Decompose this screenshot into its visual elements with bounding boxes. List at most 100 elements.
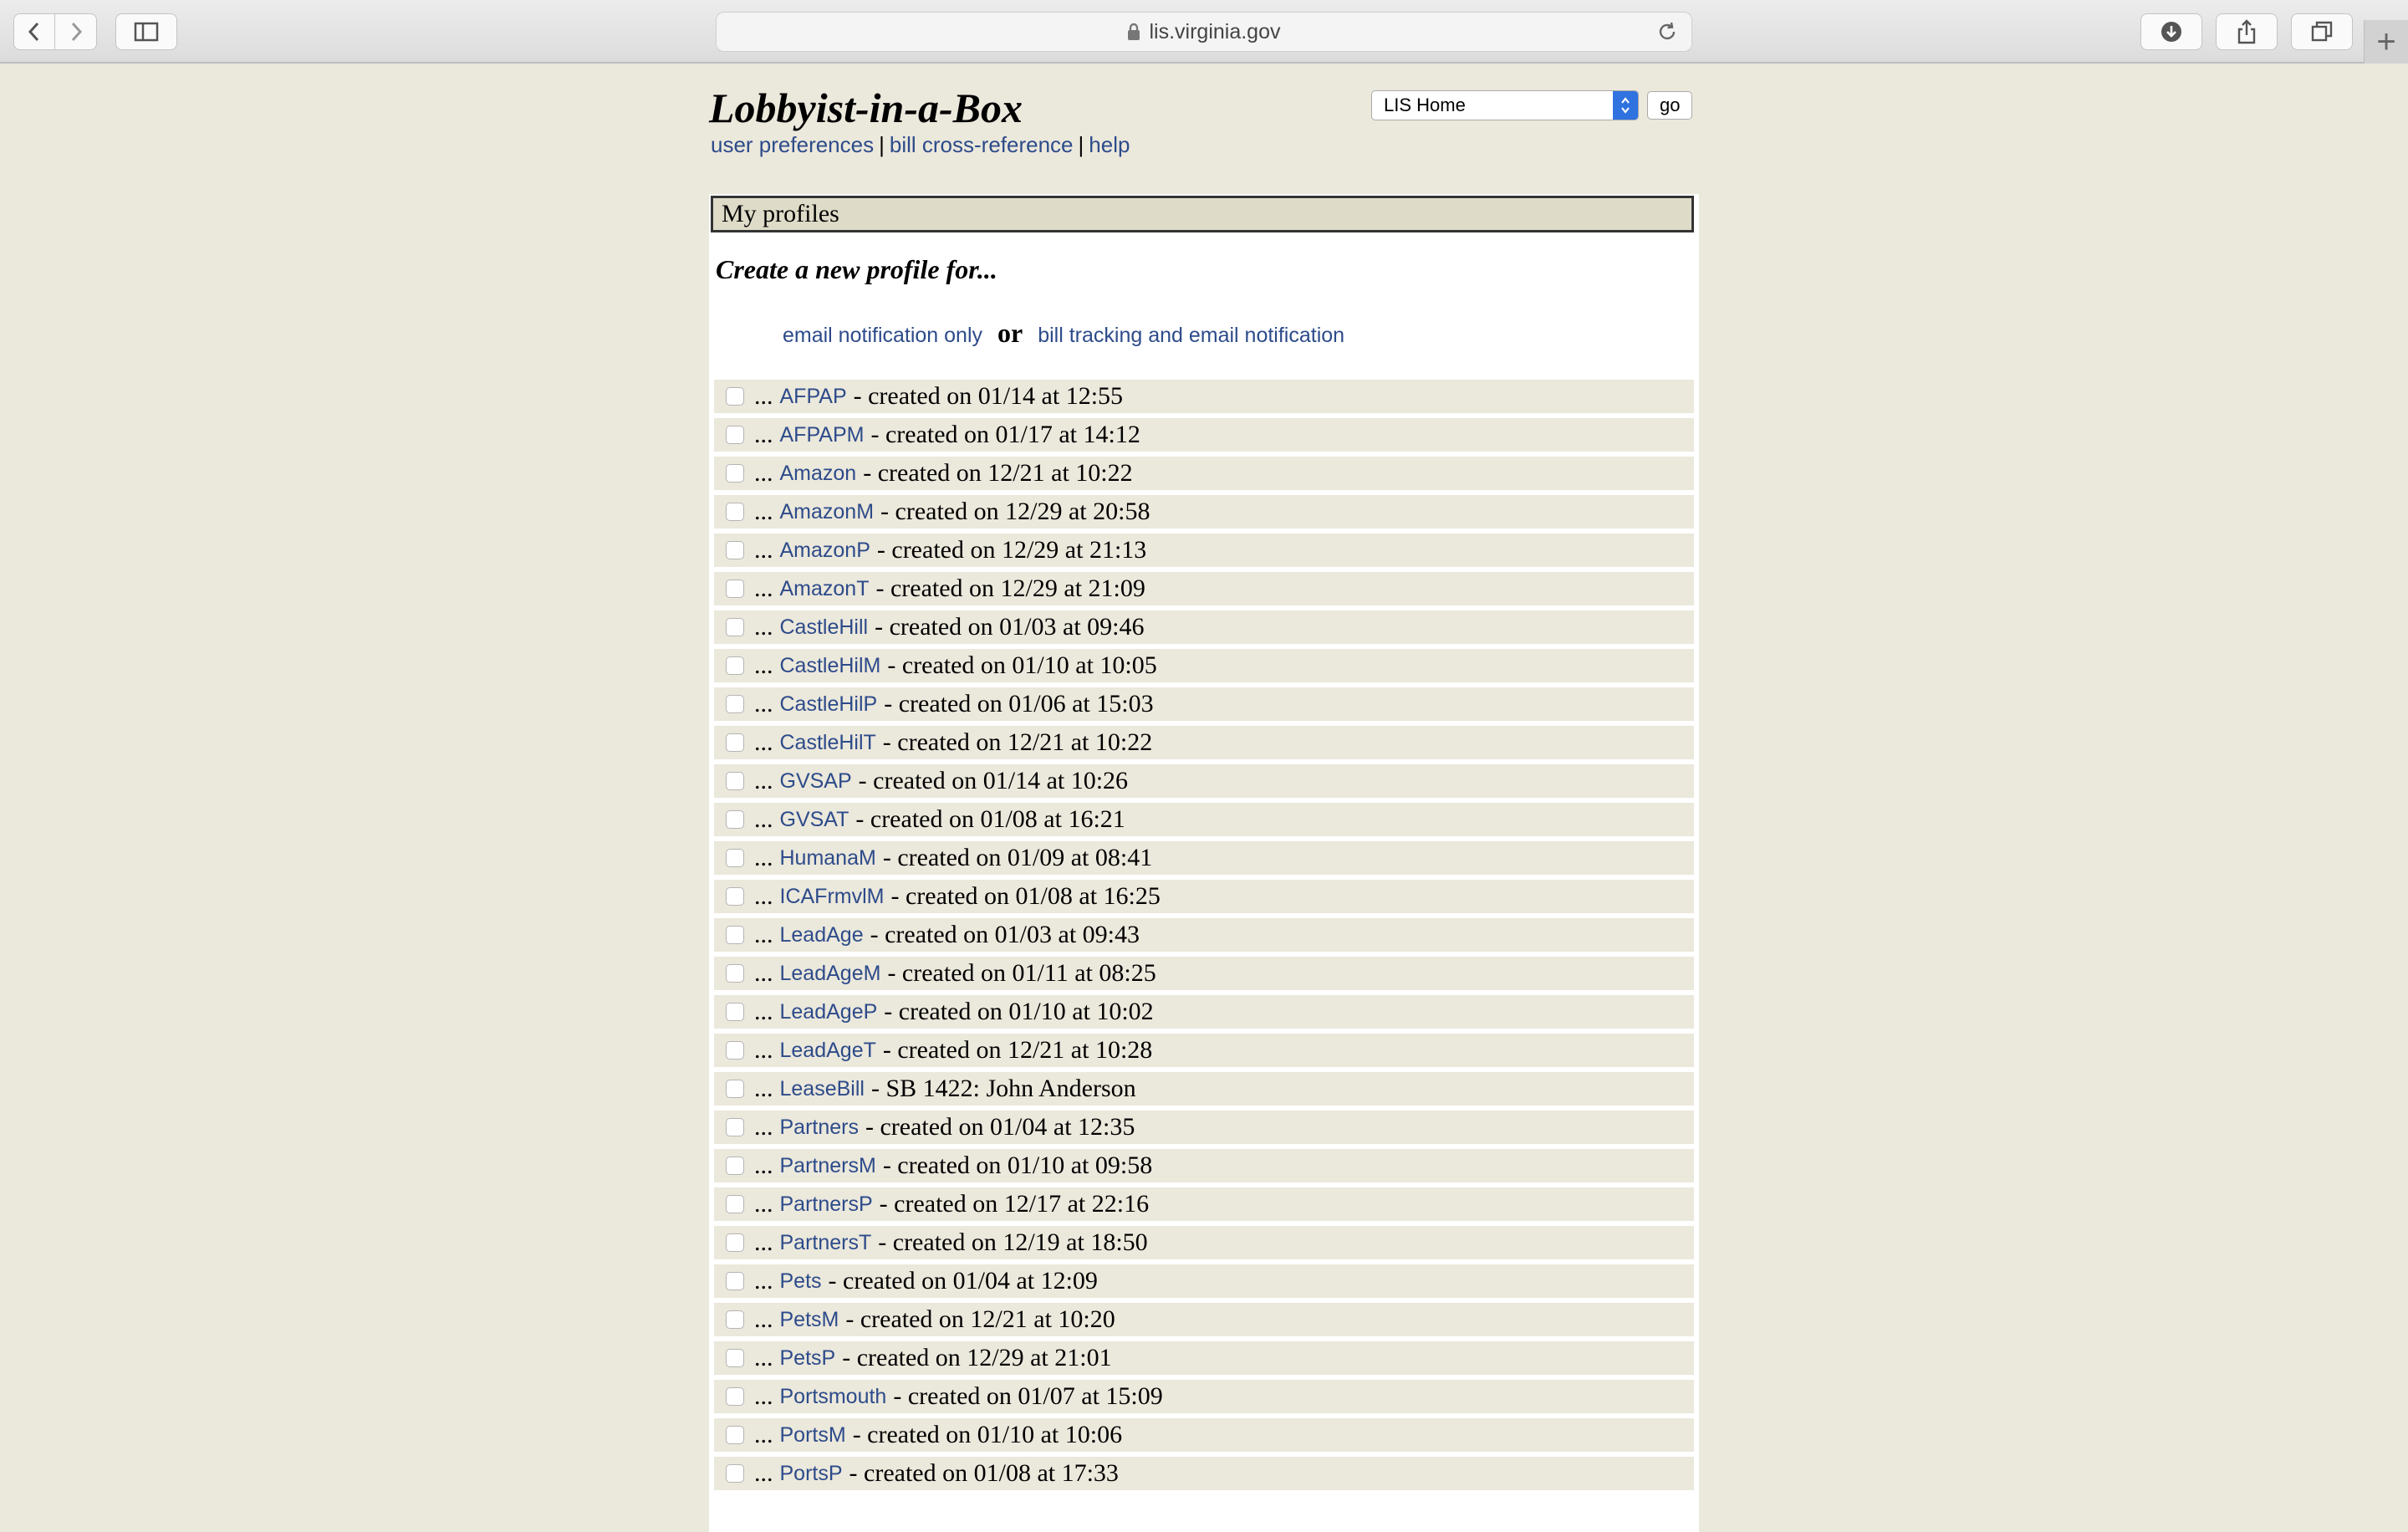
profile-row: ... PortsM - created on 01/10 at 10:06 [714,1418,1694,1452]
main-content: My profiles Create a new profile for... … [709,194,1699,1532]
row-prefix: ... [754,382,773,410]
profile-link[interactable]: PartnersM [780,1154,876,1178]
profile-link[interactable]: LeadAge [780,923,864,947]
profile-checkbox[interactable] [726,1080,744,1098]
profile-checkbox[interactable] [726,887,744,906]
profile-checkbox[interactable] [726,1310,744,1329]
profile-link[interactable]: LeaseBill [780,1077,865,1101]
profile-checkbox[interactable] [726,618,744,636]
profile-checkbox[interactable] [726,733,744,752]
help-link[interactable]: help [1089,132,1130,157]
back-button[interactable] [13,13,55,50]
profile-checkbox[interactable] [726,1387,744,1406]
profile-link[interactable]: Pets [780,1269,822,1294]
bill-cross-reference-link[interactable]: bill cross-reference [890,132,1074,157]
profile-checkbox[interactable] [726,426,744,444]
profile-link[interactable]: CastleHilP [780,692,878,717]
profile-link[interactable]: CastleHilM [780,654,881,678]
profile-checkbox[interactable] [726,964,744,983]
profile-link[interactable]: AmazonP [780,539,870,563]
profile-link[interactable]: PortsM [780,1423,846,1448]
profile-link[interactable]: GVSAT [780,808,849,832]
profile-checkbox[interactable] [726,1003,744,1021]
link-separator: | [879,132,885,157]
bill-tracking-email-link[interactable]: bill tracking and email notification [1038,324,1344,347]
address-bar[interactable]: lis.virginia.gov [716,12,1692,52]
profile-link[interactable]: PetsM [780,1308,839,1332]
go-button[interactable]: go [1647,91,1693,120]
profile-link[interactable]: Amazon [780,462,857,486]
profile-checkbox[interactable] [726,541,744,559]
profile-link[interactable]: CastleHilT [780,731,876,755]
profile-link[interactable]: PartnersT [780,1231,872,1255]
profile-checkbox[interactable] [726,1041,744,1060]
profile-link[interactable]: LeadAgeM [780,962,881,986]
email-notification-only-link[interactable]: email notification only [783,324,982,347]
profile-checkbox[interactable] [726,926,744,944]
profile-link[interactable]: GVSAP [780,769,852,794]
profile-row: ... AFPAPM - created on 01/17 at 14:12 [714,418,1694,452]
new-tab-button[interactable]: + [2364,20,2408,64]
profile-link[interactable]: PartnersP [780,1192,873,1217]
profile-description: - created on 01/08 at 16:21 [855,805,1125,833]
profile-checkbox[interactable] [726,1233,744,1252]
tabs-overview-button[interactable] [2291,13,2353,50]
profile-description: - created on 12/21 at 10:22 [882,728,1153,756]
profile-link[interactable]: PortsP [780,1462,843,1486]
row-prefix: ... [754,651,773,679]
profile-checkbox[interactable] [726,1157,744,1175]
profile-checkbox[interactable] [726,1426,744,1444]
profile-link[interactable]: CastleHill [780,615,869,640]
profile-link[interactable]: LeadAgeT [780,1039,876,1063]
sidebar-icon [134,22,159,42]
profile-checkbox[interactable] [726,464,744,483]
profile-link[interactable]: AFPAPM [780,423,865,447]
profile-link[interactable]: Portsmouth [780,1385,887,1409]
profile-row: ... LeadAgeM - created on 01/11 at 08:25 [714,957,1694,990]
row-prefix: ... [754,998,773,1025]
profile-description: - created on 01/10 at 09:58 [882,1152,1153,1179]
profile-checkbox[interactable] [726,503,744,521]
downloads-button[interactable] [2140,13,2202,50]
profile-checkbox[interactable] [726,1349,744,1367]
row-prefix: ... [754,1228,773,1256]
profile-link[interactable]: LeadAgeP [780,1000,878,1024]
profile-link[interactable]: AmazonM [780,500,875,524]
profile-link[interactable]: Partners [780,1116,859,1140]
profile-link[interactable]: AmazonT [780,577,870,601]
sidebar-button[interactable] [115,13,177,50]
profile-row: ... CastleHilT - created on 12/21 at 10:22 [714,726,1694,759]
row-prefix: ... [754,459,773,487]
row-prefix: ... [754,1344,773,1371]
profile-row: ... GVSAP - created on 01/14 at 10:26 [714,764,1694,798]
profile-checkbox[interactable] [726,1272,744,1290]
link-separator: | [1078,132,1084,157]
reload-icon[interactable] [1656,21,1678,43]
profile-checkbox[interactable] [726,656,744,675]
profile-checkbox[interactable] [726,810,744,829]
profile-description: - created on 01/07 at 15:09 [893,1382,1163,1410]
profile-checkbox[interactable] [726,387,744,406]
profile-row: ... LeadAgeT - created on 12/21 at 10:28 [714,1034,1694,1067]
profile-checkbox[interactable] [726,580,744,598]
row-prefix: ... [754,421,773,448]
share-button[interactable] [2216,13,2278,50]
profile-link[interactable]: HumanaM [780,846,876,871]
profile-checkbox[interactable] [726,1195,744,1213]
profile-row: ... AFPAP - created on 01/14 at 12:55 [714,380,1694,413]
profile-description: - created on 12/19 at 18:50 [878,1228,1148,1256]
profile-checkbox[interactable] [726,1464,744,1483]
profile-description: - created on 01/10 at 10:06 [852,1421,1123,1448]
profile-link[interactable]: ICAFrmvlM [780,885,885,909]
user-preferences-link[interactable]: user preferences [711,132,874,157]
profile-checkbox[interactable] [726,1118,744,1136]
forward-button[interactable] [55,13,97,50]
site-title: Lobbyist-in-a-Box [709,84,1023,131]
or-label: or [997,318,1023,348]
profile-link[interactable]: PetsP [780,1346,836,1371]
profile-checkbox[interactable] [726,695,744,713]
site-jump-select[interactable]: LIS Home [1371,90,1639,120]
profile-link[interactable]: AFPAP [780,385,847,409]
profile-checkbox[interactable] [726,849,744,867]
profile-checkbox[interactable] [726,772,744,790]
